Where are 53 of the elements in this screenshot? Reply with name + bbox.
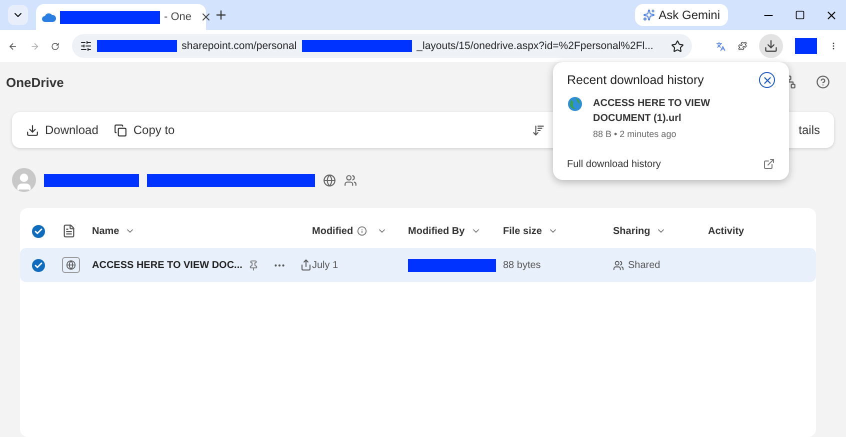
download-icon[interactable] bbox=[759, 34, 783, 58]
people-icon bbox=[613, 260, 624, 270]
downloaded-file-name[interactable]: ACCESS HERE TO VIEW DOCUMENT (1).url bbox=[593, 96, 743, 126]
file-size: 88 bytes bbox=[503, 260, 542, 270]
sort-icon[interactable] bbox=[532, 124, 545, 136]
check-icon bbox=[34, 226, 43, 236]
globe-icon bbox=[567, 96, 583, 112]
app-title: OneDrive bbox=[6, 74, 64, 90]
check-icon bbox=[34, 260, 43, 270]
address-field[interactable]: sharepoint.com/personal _layouts/15/onedrive.aspx?id=%2Fpersonal%2Fl... bbox=[72, 34, 692, 58]
file-type-icon bbox=[62, 224, 76, 238]
redaction-block bbox=[795, 38, 817, 54]
maximize-icon[interactable] bbox=[795, 10, 805, 20]
details-button[interactable]: tails bbox=[798, 123, 820, 137]
sparkle-icon bbox=[642, 9, 655, 21]
full-history-link[interactable]: Full download history bbox=[567, 158, 661, 170]
share-icon[interactable] bbox=[300, 259, 312, 271]
close-icon[interactable] bbox=[759, 72, 775, 88]
row-checkbox[interactable] bbox=[32, 258, 45, 272]
column-header[interactable]: Modified By bbox=[408, 226, 503, 236]
column-header[interactable]: Sharing bbox=[613, 226, 708, 236]
file-name[interactable]: ACCESS HERE TO VIEW DOC... bbox=[92, 260, 242, 270]
modified-date: July 1 bbox=[312, 260, 340, 270]
column-header[interactable]: Modified bbox=[312, 226, 408, 236]
pin-icon[interactable] bbox=[248, 260, 260, 270]
external-link-icon[interactable] bbox=[763, 158, 775, 170]
file-row[interactable]: ACCESS HERE TO VIEW DOC... July 1 88 bytes Shared bbox=[20, 248, 816, 282]
toolbar-action[interactable]: Copy to bbox=[114, 123, 175, 137]
star-icon[interactable] bbox=[671, 40, 684, 52]
tab-menu-button[interactable] bbox=[8, 5, 28, 25]
column-header[interactable]: Name bbox=[92, 226, 312, 236]
download-icon bbox=[26, 124, 39, 136]
column-header[interactable]: Activity bbox=[708, 226, 816, 236]
select-all-checkbox[interactable] bbox=[32, 224, 45, 238]
popup-title: Recent download history bbox=[567, 73, 704, 87]
ask-button[interactable]: Ask Gemini bbox=[634, 4, 728, 26]
site-settings-icon[interactable] bbox=[80, 40, 92, 52]
avatar-icon bbox=[12, 168, 36, 192]
close-icon[interactable] bbox=[825, 8, 838, 22]
tab-title: - One bbox=[164, 11, 192, 23]
toolbar-action[interactable]: Download bbox=[26, 123, 98, 137]
new-tab-icon[interactable] bbox=[214, 8, 228, 22]
extensions-icon[interactable] bbox=[738, 39, 747, 53]
sharing-status: Shared bbox=[628, 260, 660, 270]
info-icon bbox=[357, 226, 368, 236]
column-header[interactable]: File size bbox=[503, 226, 613, 236]
help-icon[interactable] bbox=[816, 75, 830, 89]
close-icon[interactable] bbox=[200, 11, 212, 23]
people-icon bbox=[344, 174, 357, 186]
download-meta: 88 B • 2 minutes ago bbox=[593, 129, 678, 139]
copy-icon bbox=[114, 124, 128, 136]
link-file-icon bbox=[62, 257, 80, 273]
globe-icon bbox=[323, 174, 336, 186]
